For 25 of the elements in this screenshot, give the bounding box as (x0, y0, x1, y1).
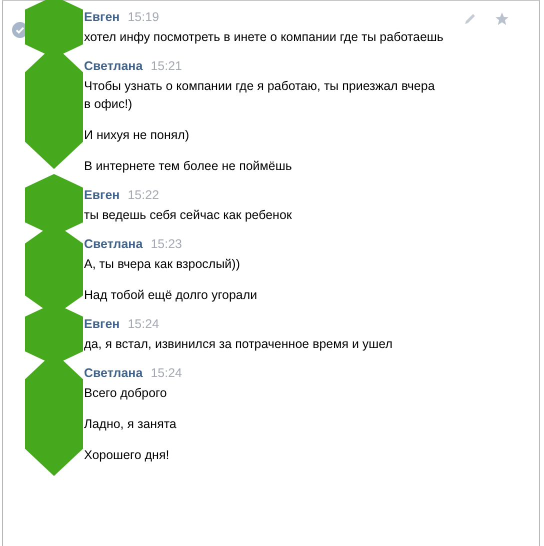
message-text: Чтобы узнать о компании где я работаю, ты приезжал вчера в офис!) (84, 78, 436, 113)
message-text: А, ты вчера как взрослый)) (84, 256, 241, 273)
message-time: 15:24 (150, 366, 182, 380)
message-text: Над тобой ещё долго угорали (84, 287, 258, 304)
author-name[interactable]: Светлана (84, 237, 143, 251)
message-text: В интернете тем более не поймёшь (84, 158, 293, 175)
author-name[interactable]: Евген (84, 188, 120, 202)
message-text: ты ведешь себя сейчас как ребенок (84, 207, 293, 224)
message-time: 15:24 (128, 317, 160, 331)
author-name[interactable]: Евген (84, 317, 120, 331)
message-time: 15:23 (150, 237, 182, 251)
message-text: да, я встал, извинился за потраченное время и ушел (84, 336, 394, 353)
message-text: хотел инфу посмотреть в инете о компании где ты работаешь (84, 29, 444, 46)
message-time: 15:21 (150, 59, 182, 73)
author-name[interactable]: Евген (84, 10, 120, 24)
author-name[interactable]: Светлана (84, 59, 143, 73)
message-text: Ладно, я занята (84, 416, 178, 433)
author-name[interactable]: Светлана (84, 366, 143, 380)
message-text: Хорошего дня! (84, 447, 170, 464)
star-icon[interactable] (495, 12, 509, 26)
message-text: Всего доброго (84, 385, 168, 402)
message-text: И нихуя не понял) (84, 127, 190, 144)
message-time: 15:22 (128, 188, 160, 202)
message-time: 15:19 (128, 10, 160, 24)
pencil-icon[interactable] (463, 12, 477, 26)
